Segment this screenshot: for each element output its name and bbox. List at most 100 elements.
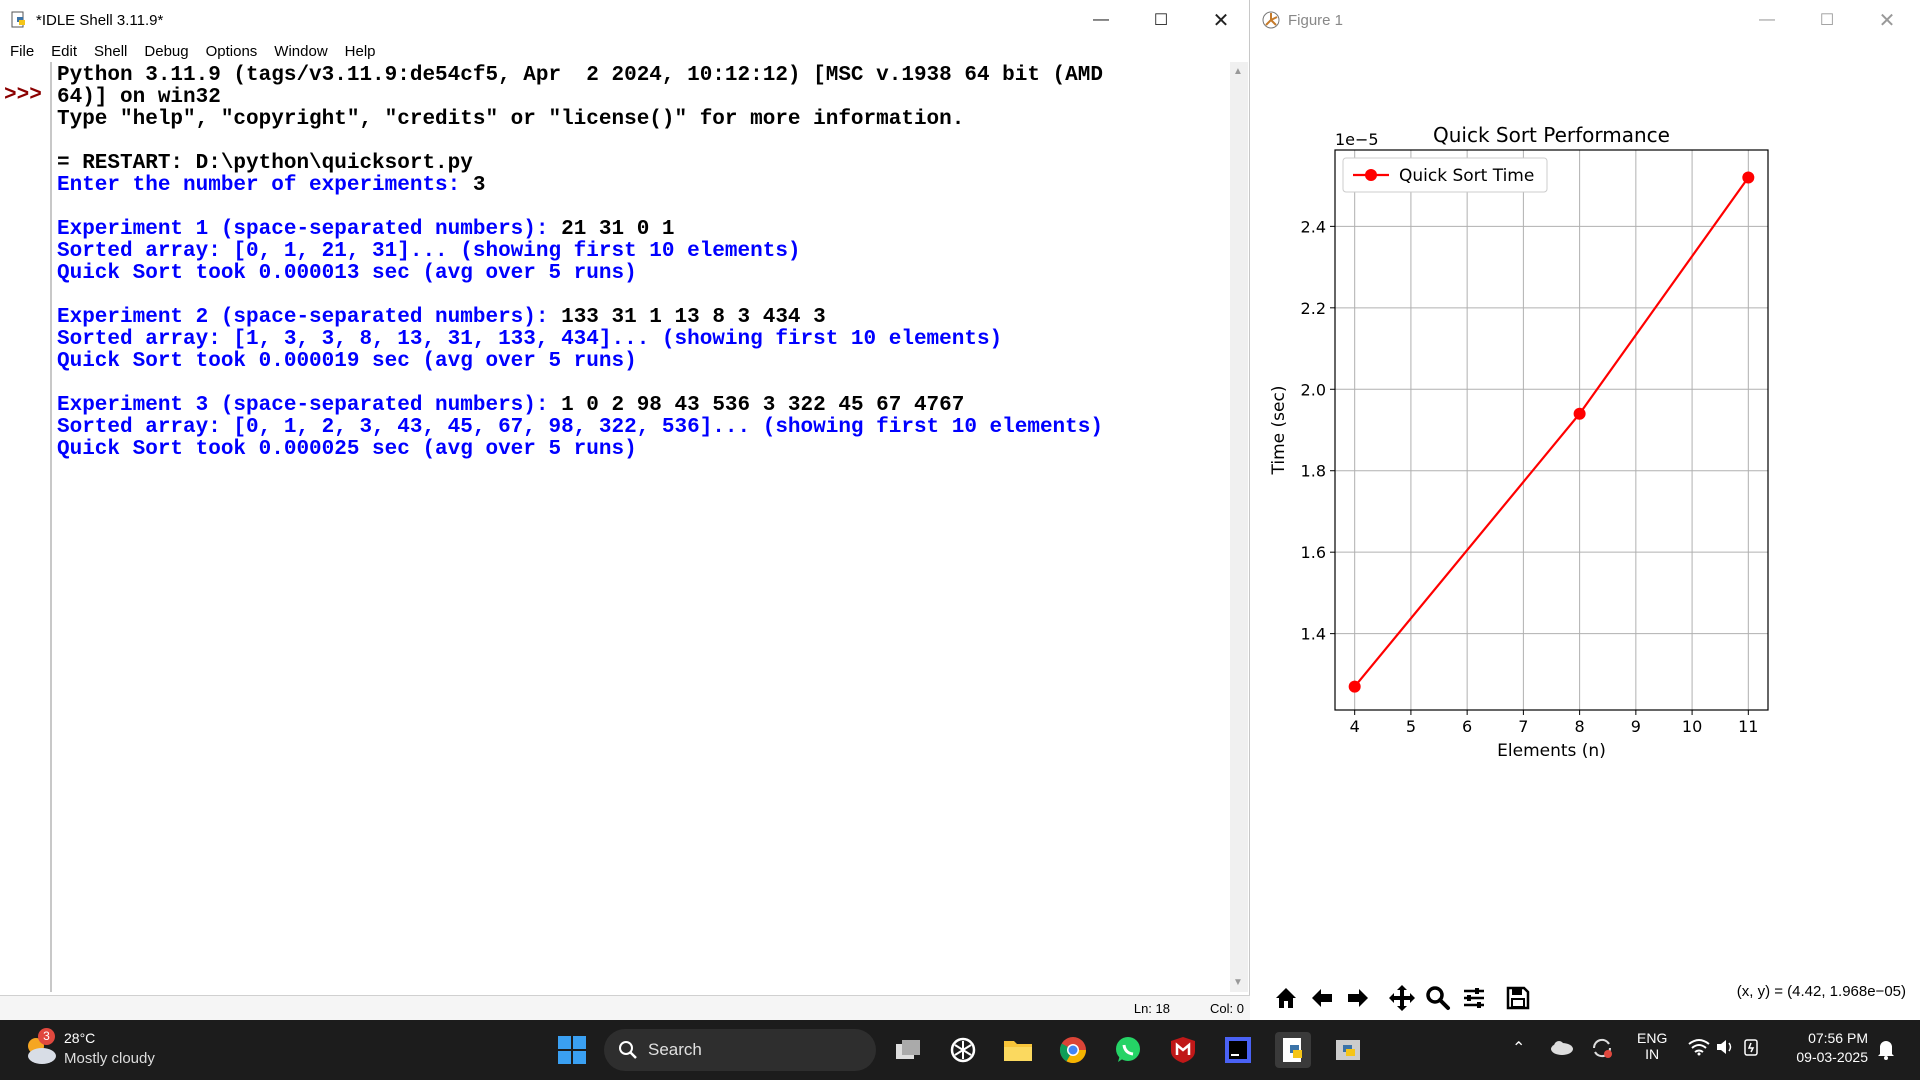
y-tick-label: 1.8 [1301, 462, 1326, 481]
shell-output[interactable]: Python 3.11.9 (tags/v3.11.9:de54cf5, Apr… [57, 62, 1227, 992]
menu-edit[interactable]: Edit [51, 43, 77, 60]
search-label: Search [648, 1040, 702, 1059]
file-explorer-icon[interactable] [1000, 1032, 1036, 1068]
weather-badge: 3 [38, 1028, 55, 1045]
column-indicator: Col: 0 [1210, 1001, 1244, 1016]
menu-debug[interactable]: Debug [144, 43, 188, 60]
x-tick-label: 4 [1350, 717, 1360, 736]
idle-taskbar-icon[interactable] [1275, 1032, 1311, 1068]
jetbrains-icon[interactable] [1220, 1032, 1256, 1068]
language-indicator[interactable]: ENG IN [1637, 1030, 1667, 1062]
shell-text: Enter the number of experiments: [57, 174, 473, 197]
figure-close-button[interactable]: ✕ [1858, 0, 1916, 40]
shell-text: Quick Sort took 0.000019 sec (avg over 5… [57, 350, 637, 373]
volume-icon[interactable] [1715, 1037, 1735, 1062]
x-tick-label: 11 [1738, 717, 1758, 736]
notification-bell-icon[interactable] [1876, 1038, 1896, 1065]
series-line [1353, 176, 1750, 688]
clock[interactable]: 07:56 PM 09-03-2025 [1780, 1030, 1868, 1065]
home-icon[interactable] [1268, 980, 1304, 1016]
onedrive-icon[interactable] [1550, 1038, 1574, 1061]
figure-maximize-button[interactable]: ☐ [1798, 0, 1856, 40]
whatsapp-icon[interactable] [1110, 1032, 1146, 1068]
weather-condition: Mostly cloudy [64, 1050, 155, 1067]
shell-line: 64)] on win32 [57, 84, 1227, 109]
mcafee-icon[interactable] [1165, 1032, 1201, 1068]
weather-temperature: 28°C [64, 1030, 96, 1046]
y-tick-label: 2.0 [1301, 380, 1326, 399]
menu-shell[interactable]: Shell [94, 43, 127, 60]
x-tick-label: 8 [1575, 717, 1585, 736]
vertical-scrollbar[interactable]: ▲ ▼ [1230, 62, 1248, 992]
shell-prompt: >>> [4, 84, 42, 107]
sync-icon[interactable] [1590, 1036, 1614, 1065]
wifi-icon[interactable] [1688, 1038, 1710, 1061]
menu-window[interactable]: Window [274, 43, 327, 60]
x-tick-label: 10 [1682, 717, 1702, 736]
close-button[interactable]: ✕ [1192, 0, 1250, 40]
menu-options[interactable]: Options [206, 43, 258, 60]
figure-minimize-button[interactable]: — [1738, 0, 1796, 40]
weather-icon[interactable]: 3 [20, 1028, 60, 1070]
chevron-up-icon[interactable]: ⌃ [1512, 1038, 1525, 1058]
chart[interactable]: 4 5 6 7 8 9 10 11 1.4 1.6 1.8 2.0 2.2 2.4 1e−5 Quick So… [1252, 40, 1920, 975]
idle-titlebar[interactable]: *IDLE Shell 3.11.9* — ☐ ✕ [0, 0, 1249, 40]
chart-title: Quick Sort Performance [1433, 123, 1670, 147]
scroll-up-icon[interactable]: ▲ [1233, 66, 1243, 77]
shell-sidebar [0, 62, 52, 992]
shell-line: Sorted array: [0, 1, 2, 3, 43, 45, 67, 9… [57, 414, 1227, 439]
maximize-button[interactable]: ☐ [1132, 0, 1190, 40]
x-tick-label: 6 [1462, 717, 1472, 736]
battery-icon[interactable] [1742, 1037, 1762, 1062]
forward-icon[interactable] [1340, 980, 1376, 1016]
figure-titlebar[interactable]: Figure 1 — ☐ ✕ [1252, 0, 1920, 40]
shell-line: Sorted array: [0, 1, 21, 31]... (showing… [57, 238, 1227, 263]
menu-help[interactable]: Help [345, 43, 376, 60]
shell-line: Experiment 1 (space-separated numbers): … [57, 216, 1227, 241]
shell-line: Enter the number of experiments: 3 [57, 172, 1227, 197]
save-icon[interactable] [1500, 980, 1536, 1016]
cursor-coordinates: (x, y) = (4.42, 1.968e−05) [1736, 983, 1906, 1000]
shell-line: = RESTART: D:\python\quicksort.py [57, 150, 1227, 175]
zoom-icon[interactable] [1420, 980, 1456, 1016]
data-point [1573, 407, 1586, 420]
region-code: IN [1645, 1046, 1660, 1062]
shell-line: Type "help", "copyright", "credits" or "… [57, 106, 1227, 131]
y-offset-label: 1e−5 [1335, 130, 1379, 149]
chatgpt-icon[interactable] [945, 1032, 981, 1068]
shell-line: Sorted array: [1, 3, 3, 8, 13, 31, 133, … [57, 326, 1227, 351]
menu-file[interactable]: File [10, 43, 34, 60]
task-view-icon[interactable] [890, 1032, 926, 1068]
shell-line: Python 3.11.9 (tags/v3.11.9:de54cf5, Apr… [57, 62, 1227, 87]
python-icon[interactable] [1330, 1032, 1366, 1068]
plot-area [1334, 149, 1769, 711]
configure-icon[interactable] [1456, 980, 1492, 1016]
shell-line: Experiment 2 (space-separated numbers): … [57, 304, 1227, 329]
clock-date: 09-03-2025 [1796, 1049, 1868, 1065]
taskbar-search[interactable]: Search [604, 1029, 876, 1071]
data-point [1348, 680, 1361, 693]
minimize-button[interactable]: — [1072, 0, 1130, 40]
shell-text: Quick Sort took 0.000025 sec (avg over 5… [57, 438, 637, 461]
x-tick-label: 5 [1406, 717, 1416, 736]
idle-shell-window: *IDLE Shell 3.11.9* — ☐ ✕ File Edit Shell D… [0, 0, 1250, 1021]
y-tick-label: 1.6 [1301, 543, 1326, 562]
start-icon[interactable] [554, 1032, 590, 1068]
shell-text: Type "help", "copyright", "credits" or "… [57, 108, 965, 131]
chrome-icon[interactable] [1055, 1032, 1091, 1068]
matplotlib-icon [1262, 11, 1280, 29]
shell-text: Quick Sort took 0.000013 sec (avg over 5… [57, 262, 637, 285]
figure-window: Figure 1 — ☐ ✕ 4 5 6 7 8 9 10 11 1.4 1.6 1.8 2.0 2.2… [1252, 0, 1920, 1020]
search-icon [619, 1041, 637, 1059]
shell-line: Quick Sort took 0.000025 sec (avg over 5… [57, 436, 1227, 461]
back-icon[interactable] [1304, 980, 1340, 1016]
y-axis-label: Time (sec) [1269, 386, 1289, 476]
pan-icon[interactable] [1384, 980, 1420, 1016]
python-idle-icon [11, 11, 25, 28]
scroll-down-icon[interactable]: ▼ [1233, 977, 1243, 988]
shell-line: Quick Sort took 0.000013 sec (avg over 5… [57, 260, 1227, 285]
shell-text: 3 [472, 174, 486, 197]
shell-line: Experiment 3 (space-separated numbers): … [57, 392, 1227, 417]
